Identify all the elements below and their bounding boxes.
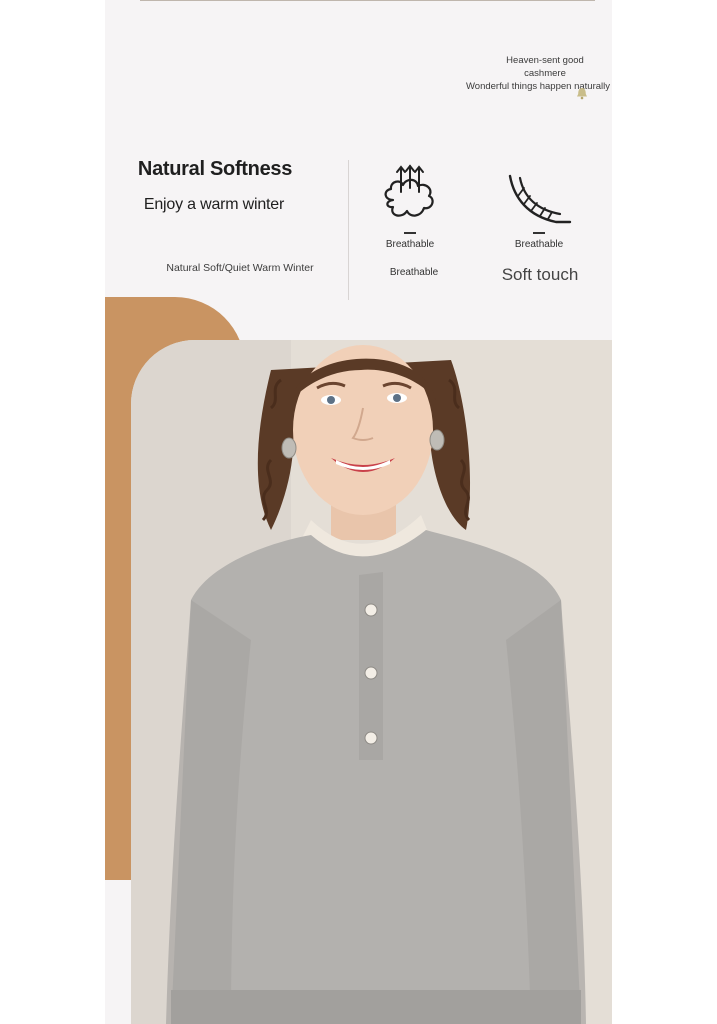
slogan-line-2: cashmere xyxy=(524,68,566,79)
soft-touch-label: Soft touch xyxy=(501,265,579,284)
product-photo xyxy=(131,340,612,1024)
slogan-line-1: Heaven-sent good xyxy=(506,55,584,66)
feature-sub-label: Breathable xyxy=(389,267,439,278)
top-divider-line xyxy=(140,0,595,1)
feature-breathable: Breathable xyxy=(370,162,450,250)
caption: Natural Soft/Quiet Warm Winter xyxy=(166,262,314,274)
product-detail-panel: Heaven-sent good cashmere Wonderful thin… xyxy=(105,0,612,1024)
feature-label: Breathable xyxy=(514,239,564,250)
bell-icon xyxy=(577,88,587,100)
feature-soft: Breathable xyxy=(499,170,579,250)
feature-label: Breathable xyxy=(385,239,435,250)
feature-dash xyxy=(533,232,545,234)
feather-icon xyxy=(508,174,572,224)
subheadline: Enjoy a warm winter xyxy=(143,196,285,213)
model-in-sweater-illustration xyxy=(131,340,612,1024)
breathable-cloud-icon xyxy=(384,164,434,217)
headline: Natural Softness xyxy=(137,158,293,180)
feature-dash xyxy=(404,232,416,234)
vertical-divider xyxy=(348,160,349,300)
